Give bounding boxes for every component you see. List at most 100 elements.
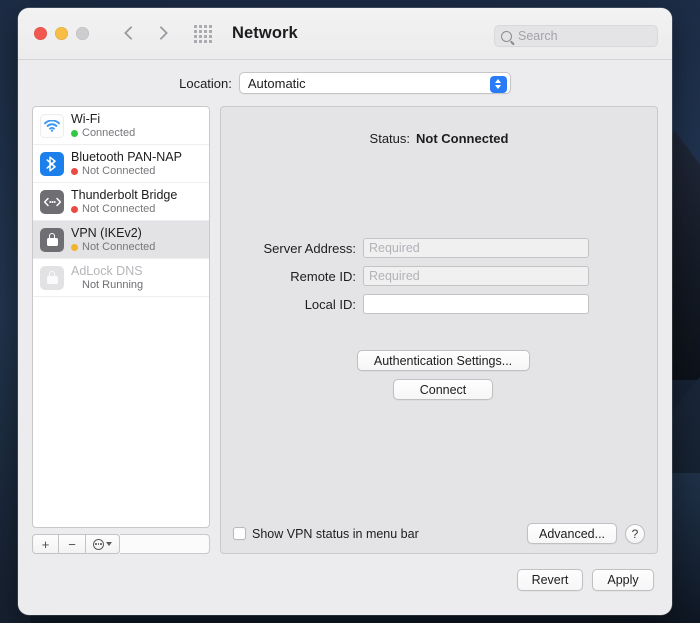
grid-dot — [204, 24, 207, 28]
action-gear-icon — [93, 538, 104, 550]
sidebar-item-status: Not Running — [71, 279, 143, 292]
sidebar-item-label: AdLock DNS — [71, 263, 143, 278]
server-address-label: Server Address: — [263, 240, 357, 256]
sidebar-item-status: Not Connected — [71, 165, 182, 178]
grid-dot — [204, 39, 207, 43]
sidebar-item-vpn-ikev2[interactable]: VPN (IKEv2) Not Connected — [33, 221, 209, 259]
location-popup-button[interactable]: Automatic — [238, 72, 511, 94]
connect-row: Connect — [221, 379, 657, 400]
minimize-button[interactable] — [55, 27, 68, 40]
local-id-input[interactable] — [363, 294, 589, 314]
location-label: Location: — [179, 75, 232, 91]
authentication-settings-button[interactable]: Authentication Settings... — [356, 350, 530, 371]
status-text: Not Connected — [82, 202, 156, 215]
wifi-icon — [40, 113, 64, 138]
preferences-body: Wi-Fi Connected Bluetooth PAN-NAP Not Co… — [18, 106, 672, 554]
popup-stepper-icon[interactable] — [489, 75, 507, 93]
status-badge: Not Connected — [416, 131, 509, 146]
sidebar-item-text: VPN (IKEv2) Not Connected — [71, 226, 155, 254]
lock-body — [46, 238, 58, 246]
lock-glyph — [46, 233, 58, 246]
field-row-remote-id: Remote ID: Required — [221, 266, 657, 286]
search-field[interactable]: Search — [494, 25, 658, 47]
sidebar-item-label: Bluetooth PAN-NAP — [71, 149, 182, 164]
service-actions-button[interactable] — [86, 534, 120, 554]
revert-button[interactable]: Revert — [517, 569, 583, 591]
vpn-detail-panel: Status: Not Connected Server Address: Re… — [220, 106, 658, 554]
status-text: Not Running — [82, 278, 144, 291]
sidebar-item-wifi[interactable]: Wi-Fi Connected — [33, 107, 209, 145]
grid-dot — [199, 29, 202, 33]
show-all-grid-icon[interactable] — [194, 24, 212, 43]
sidebar-item-status: Not Connected — [71, 203, 177, 216]
remove-service-button[interactable]: − — [59, 534, 86, 554]
field-row-server-address: Server Address: Required — [221, 238, 657, 258]
grid-dot — [194, 34, 197, 38]
sidebar-item-text: Wi-Fi Connected — [71, 112, 135, 140]
show-vpn-status-checkbox[interactable] — [233, 527, 246, 540]
apply-button[interactable]: Apply — [592, 569, 654, 591]
sidebar-item-thunderbolt-bridge[interactable]: Thunderbolt Bridge Not Connected — [33, 183, 209, 221]
bluetooth-icon — [40, 151, 64, 176]
sidebar-item-text: Bluetooth PAN-NAP Not Connected — [71, 150, 182, 178]
sidebar-item-label: Wi-Fi — [71, 111, 101, 126]
auth-settings-row: Authentication Settings... — [221, 350, 657, 371]
zoom-button[interactable] — [76, 27, 89, 40]
input-placeholder: Required — [369, 269, 420, 283]
sidebar-item-status: Not Connected — [71, 241, 155, 254]
location-row: Location: Automatic — [18, 60, 672, 106]
lock-glyph — [46, 271, 58, 284]
add-service-button[interactable]: + — [32, 534, 59, 554]
search-placeholder: Search — [518, 29, 558, 43]
grid-dot — [194, 39, 197, 43]
local-id-label: Local ID: — [304, 296, 356, 312]
detail-panel-footer: Show VPN status in menu bar Advanced... … — [221, 523, 657, 544]
grid-dot — [209, 39, 212, 43]
navigation-buttons — [125, 25, 166, 43]
page-title: Network — [232, 24, 298, 42]
thunderbolt-bridge-icon — [40, 189, 64, 214]
show-vpn-status-label: Show VPN status in menu bar — [252, 526, 419, 541]
sidebar-item-adlock-dns[interactable]: AdLock DNS Not Running — [33, 259, 209, 297]
gear-dot — [100, 543, 103, 545]
status-row: Status: Not Connected — [221, 107, 657, 146]
close-button[interactable] — [34, 27, 47, 40]
status-dot — [71, 129, 78, 137]
connect-button[interactable]: Connect — [393, 379, 493, 400]
input-placeholder: Required — [369, 241, 420, 255]
network-service-list[interactable]: Wi-Fi Connected Bluetooth PAN-NAP Not Co… — [32, 106, 210, 528]
vpn-fields: Server Address: Required Remote ID: Requ… — [221, 238, 657, 314]
advanced-button[interactable]: Advanced... — [527, 523, 617, 544]
status-dot — [71, 205, 78, 213]
show-vpn-status-checkbox-row[interactable]: Show VPN status in menu bar — [233, 527, 419, 541]
field-row-local-id: Local ID: — [221, 294, 657, 314]
gear-dot — [97, 543, 100, 545]
help-button[interactable]: ? — [625, 523, 645, 544]
grid-dot — [194, 24, 197, 28]
search-icon — [501, 30, 512, 42]
location-value: Automatic — [247, 75, 306, 91]
detail-footer-actions: Advanced... ? — [527, 523, 645, 544]
sidebar-item-label: VPN (IKEv2) — [71, 225, 142, 240]
grid-dot — [209, 34, 212, 38]
toolbar-filler — [120, 534, 210, 554]
chevron-left-icon[interactable] — [125, 25, 136, 43]
network-preferences-window: Network Search Location: Automatic Wi-Fi… — [18, 8, 672, 615]
chevron-right-icon[interactable] — [155, 25, 166, 43]
chevron-down-icon — [495, 85, 502, 89]
status-dot — [71, 243, 78, 251]
gear-dot — [94, 543, 97, 545]
sidebar-item-bluetooth-pan-nap[interactable]: Bluetooth PAN-NAP Not Connected — [33, 145, 209, 183]
dns-lock-icon — [40, 265, 64, 290]
status-label: Status: — [369, 131, 410, 146]
grid-dot — [209, 24, 212, 28]
remote-id-input[interactable]: Required — [363, 266, 589, 286]
grid-dot — [199, 34, 202, 38]
server-address-input[interactable]: Required — [363, 238, 589, 258]
sidebar-item-label: Thunderbolt Bridge — [71, 187, 178, 202]
window-footer: Revert Apply — [18, 554, 672, 612]
grid-dot — [204, 29, 207, 33]
sidebar-item-text: Thunderbolt Bridge Not Connected — [71, 188, 177, 216]
service-list-toolbar: + − — [32, 534, 210, 554]
status-text: Connected — [82, 126, 136, 139]
